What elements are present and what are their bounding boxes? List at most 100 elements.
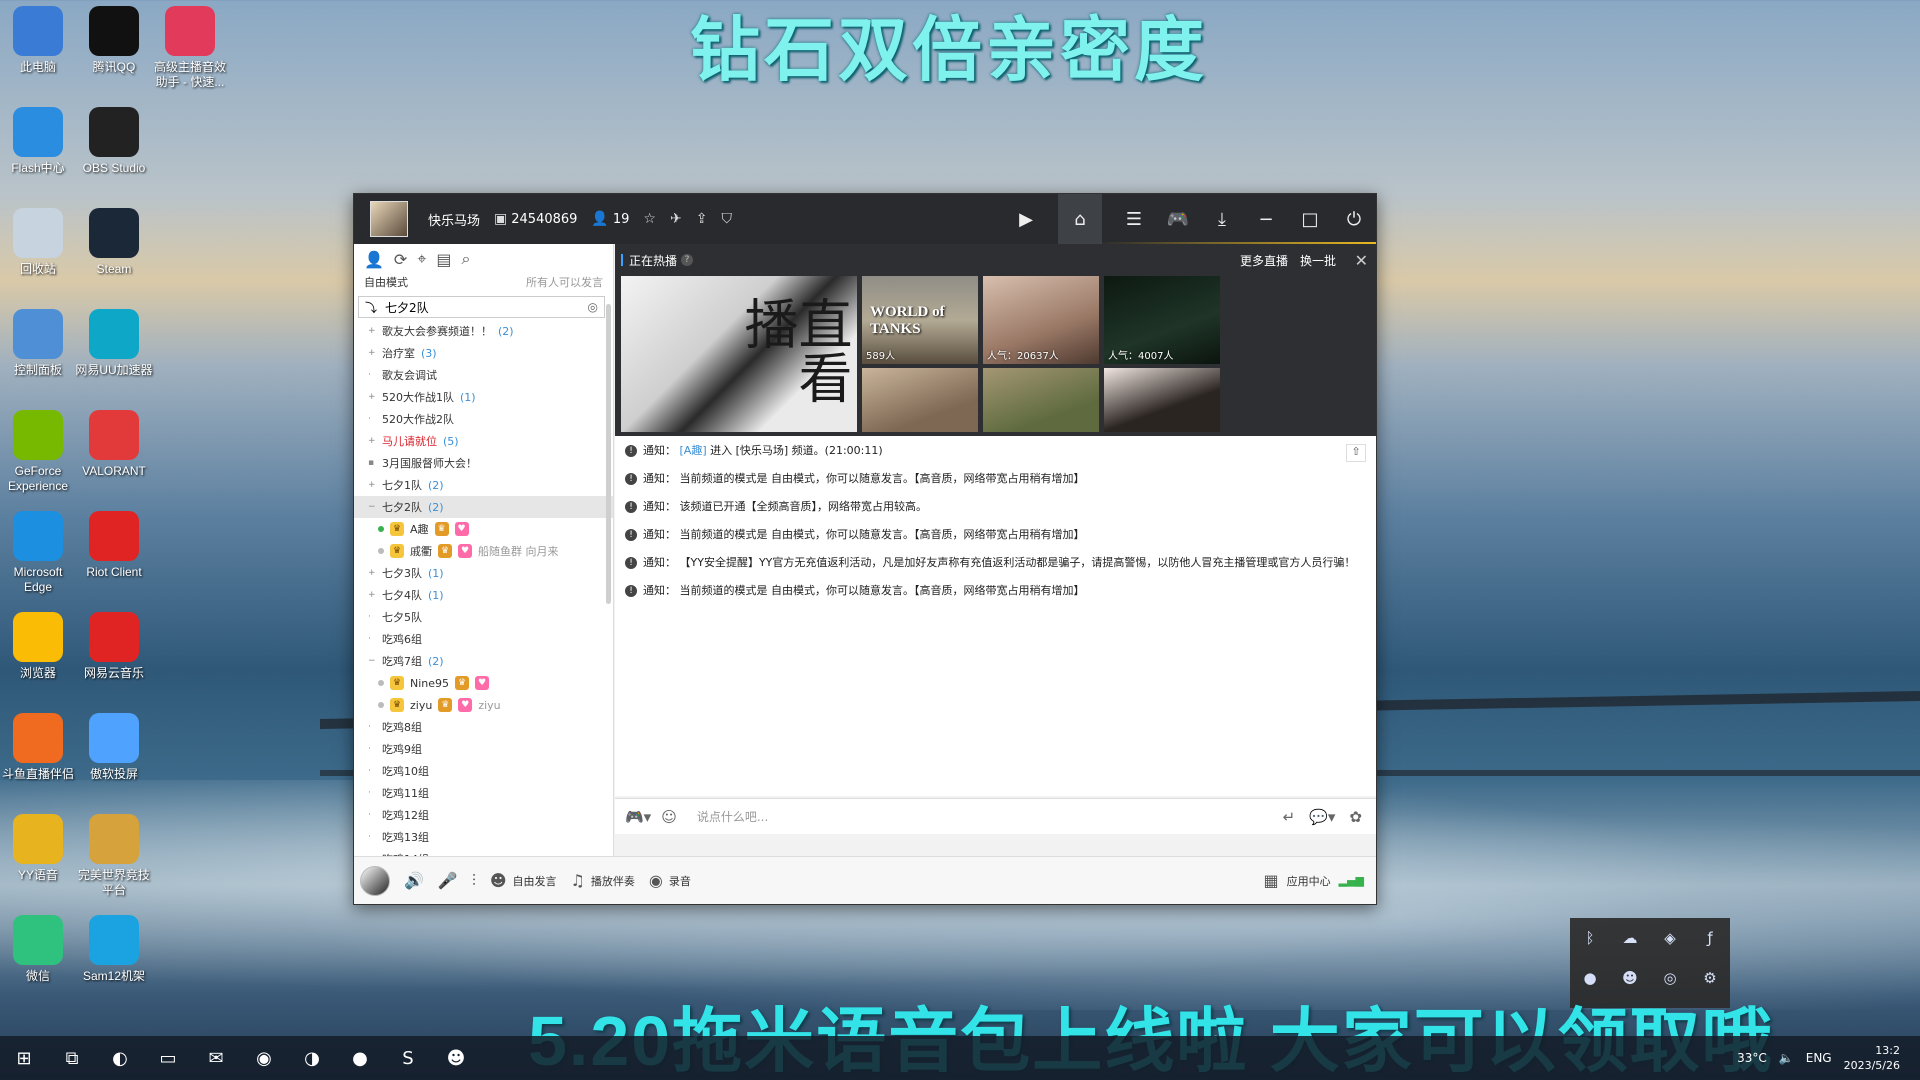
channel-item[interactable]: · 吃鸡10组: [354, 760, 613, 782]
desktop-shortcut[interactable]: 腾讯QQ: [74, 6, 154, 75]
user-item[interactable]: ♛ Nine95 ♛ ♥: [354, 672, 613, 694]
live-thumb-4[interactable]: [862, 368, 978, 432]
location-icon[interactable]: ⌖: [417, 249, 426, 269]
search-icon[interactable]: ⌕: [461, 249, 470, 269]
live-thumb-featured[interactable]: 直看播: [621, 276, 857, 432]
favorite-star-icon[interactable]: ☆: [643, 211, 656, 227]
weather-temp[interactable]: 33°C: [1737, 1051, 1767, 1065]
expand-toggle[interactable]: ·: [368, 744, 376, 754]
speaker-icon[interactable]: 🔊: [404, 871, 424, 890]
refresh-icon[interactable]: ⟳: [394, 250, 407, 269]
desktop-shortcut[interactable]: Riot Client: [74, 511, 154, 580]
user-item[interactable]: ♛ A趣 ♛ ♥: [354, 518, 613, 540]
expand-toggle[interactable]: ·: [368, 722, 376, 732]
flash-tray-icon[interactable]: ƒ: [1707, 929, 1712, 947]
desktop-shortcut[interactable]: 回收站: [0, 208, 78, 277]
edge-taskbar-icon[interactable]: ◐: [96, 1036, 144, 1080]
channel-item[interactable]: + 马儿请就位 (5): [354, 430, 613, 452]
channel-item[interactable]: · 吃鸡9组: [354, 738, 613, 760]
expand-toggle[interactable]: +: [368, 326, 376, 336]
user-item[interactable]: ♛ ziyu ♛ ♥ ziyu: [354, 694, 613, 716]
swap-batch-link[interactable]: 换一批: [1300, 252, 1336, 269]
expand-toggle[interactable]: ·: [368, 414, 376, 424]
channel-item[interactable]: − 吃鸡7组 (2): [354, 650, 613, 672]
expand-toggle[interactable]: +: [368, 348, 376, 358]
channel-item[interactable]: · 吃鸡12组: [354, 804, 613, 826]
channel-item[interactable]: · 歌友会调试: [354, 364, 613, 386]
more-live-link[interactable]: 更多直播: [1240, 252, 1288, 269]
desktop-shortcut[interactable]: 控制面板: [0, 309, 78, 378]
channel-item[interactable]: + 七夕3队 (1): [354, 562, 613, 584]
online-count[interactable]: 👤 19: [591, 211, 629, 227]
desktop-shortcut[interactable]: 网易UU加速器: [74, 309, 154, 378]
microphone-icon[interactable]: 🎤: [438, 871, 458, 890]
expand-toggle[interactable]: ·: [368, 832, 376, 842]
live-thumb-5[interactable]: [983, 368, 1099, 432]
notes-icon[interactable]: ▤: [436, 250, 451, 269]
record-button[interactable]: ◉ 录音: [649, 871, 691, 890]
minimize-icon[interactable]: −: [1254, 209, 1278, 230]
clock[interactable]: 13:2 2023/5/26: [1844, 1043, 1900, 1073]
desktop-shortcut[interactable]: 浏览器: [0, 612, 78, 681]
channel-item[interactable]: · 七夕5队: [354, 606, 613, 628]
yy-taskbar-icon[interactable]: ☻: [432, 1036, 480, 1080]
desktop-shortcut[interactable]: 完美世界竞技平台: [74, 814, 154, 898]
shield-icon[interactable]: ⛉: [721, 211, 732, 227]
close-icon[interactable]: ✕: [1355, 251, 1368, 270]
douyu-taskbar-icon[interactable]: ●: [336, 1036, 384, 1080]
live-thumb-tanks[interactable]: WORLD of TANKS 589人: [862, 276, 978, 364]
expand-toggle[interactable]: −: [368, 656, 376, 666]
free-speak-button[interactable]: ☻ 自由发言: [490, 871, 557, 890]
my-avatar[interactable]: [360, 865, 390, 896]
expand-toggle[interactable]: ·: [368, 612, 376, 622]
equalizer-icon[interactable]: ⫶: [472, 871, 476, 891]
desktop-shortcut[interactable]: OBS Studio: [74, 107, 154, 176]
grid-icon[interactable]: ▦: [1263, 871, 1278, 890]
task-view-icon[interactable]: ⧉: [48, 1036, 96, 1080]
power-icon[interactable]: ⏻: [1342, 209, 1366, 230]
sam-taskbar-icon[interactable]: S: [384, 1036, 432, 1080]
pin-icon[interactable]: ◎: [588, 300, 598, 314]
gamepad-input-icon[interactable]: 🎮▾: [625, 808, 651, 826]
channel-item[interactable]: · 吃鸡6组: [354, 628, 613, 650]
send-icon[interactable]: ↵: [1283, 808, 1296, 826]
channel-item[interactable]: · 520大作战2队: [354, 408, 613, 430]
expand-toggle[interactable]: ·: [368, 788, 376, 798]
desktop-shortcut[interactable]: 微信: [0, 915, 78, 984]
folder-icon[interactable]: ▭: [144, 1036, 192, 1080]
desktop-shortcut[interactable]: GeForce Experience: [0, 410, 78, 494]
volume-icon[interactable]: 🔈: [1779, 1051, 1794, 1065]
desktop-shortcut[interactable]: YY语音: [0, 814, 78, 883]
channel-item[interactable]: + 七夕1队 (2): [354, 474, 613, 496]
channel-item[interactable]: + 治疗室 (3): [354, 342, 613, 364]
live-thumb-2[interactable]: 人气：20637人: [983, 276, 1099, 364]
play-music-button[interactable]: ♫ 播放伴奏: [571, 871, 635, 890]
video-icon[interactable]: ▶: [1014, 209, 1038, 230]
desktop-shortcut[interactable]: 高级主播音效助手 - 快速...: [150, 6, 230, 90]
user-link[interactable]: [A趣]: [680, 444, 707, 457]
expand-toggle[interactable]: +: [368, 436, 376, 446]
live-thumb-3[interactable]: 人气：4007人: [1104, 276, 1220, 364]
person-icon[interactable]: 👤: [364, 250, 384, 269]
channel-item[interactable]: − 七夕2队 (2): [354, 496, 613, 518]
expand-toggle[interactable]: +: [368, 590, 376, 600]
maximize-icon[interactable]: □: [1298, 209, 1322, 230]
expand-toggle[interactable]: +: [368, 392, 376, 402]
language-indicator[interactable]: ENG: [1806, 1051, 1832, 1065]
obs-taskbar-icon[interactable]: ◑: [288, 1036, 336, 1080]
chrome-taskbar-icon[interactable]: ◉: [240, 1036, 288, 1080]
root-channel[interactable]: ⤵ 七夕2队 ◎: [358, 296, 605, 318]
tree-scrollbar[interactable]: [606, 304, 611, 604]
desktop-shortcut[interactable]: 此电脑: [0, 6, 78, 75]
chat-bubble-icon[interactable]: 💬▾: [1309, 808, 1335, 826]
expand-toggle[interactable]: +: [368, 568, 376, 578]
desktop-shortcut[interactable]: VALORANT: [74, 410, 154, 479]
desktop-shortcut[interactable]: 斗鱼直播伴侣: [0, 713, 78, 782]
channel-item[interactable]: · 吃鸡13组: [354, 826, 613, 848]
gamepad-icon[interactable]: 🎮: [1166, 209, 1190, 230]
channel-item[interactable]: · 吃鸡8组: [354, 716, 613, 738]
desktop-shortcut[interactable]: Steam: [74, 208, 154, 277]
emoji-icon[interactable]: ☺: [661, 808, 677, 826]
bluetooth-icon[interactable]: ᛒ: [1585, 929, 1594, 947]
live-thumb-6[interactable]: [1104, 368, 1220, 432]
